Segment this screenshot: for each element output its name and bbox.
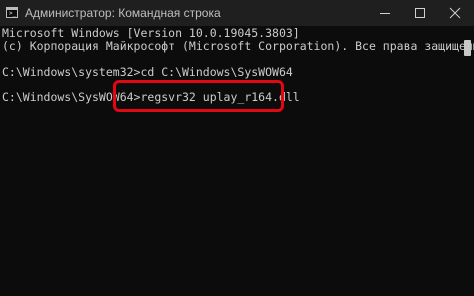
scrollbar-thumb[interactable] bbox=[464, 40, 471, 56]
command-highlight-box bbox=[113, 80, 284, 112]
maximize-button[interactable] bbox=[405, 0, 435, 26]
vertical-scrollbar[interactable] bbox=[461, 26, 474, 296]
minimize-icon bbox=[380, 13, 390, 14]
console-line-cd-command: C:\Windows\system32>cd C:\Windows\SysWOW… bbox=[2, 65, 293, 79]
window-title: Администратор: Командная строка bbox=[25, 6, 221, 20]
cmd-app-icon[interactable]: >_ bbox=[6, 7, 18, 18]
console-output[interactable]: Microsoft Windows [Version 10.0.19045.38… bbox=[0, 26, 474, 296]
title-bar[interactable]: >_ Администратор: Командная строка bbox=[0, 0, 474, 26]
minimize-button[interactable] bbox=[370, 0, 400, 26]
console-line-version: Microsoft Windows [Version 10.0.19045.38… bbox=[2, 26, 300, 40]
maximize-icon bbox=[415, 8, 425, 18]
console-line-copyright: (c) Корпорация Майкрософт (Microsoft Cor… bbox=[2, 39, 474, 53]
command-prompt-window: >_ Администратор: Командная строка Micro… bbox=[0, 0, 474, 296]
close-button[interactable] bbox=[440, 0, 470, 26]
close-icon bbox=[449, 7, 461, 19]
